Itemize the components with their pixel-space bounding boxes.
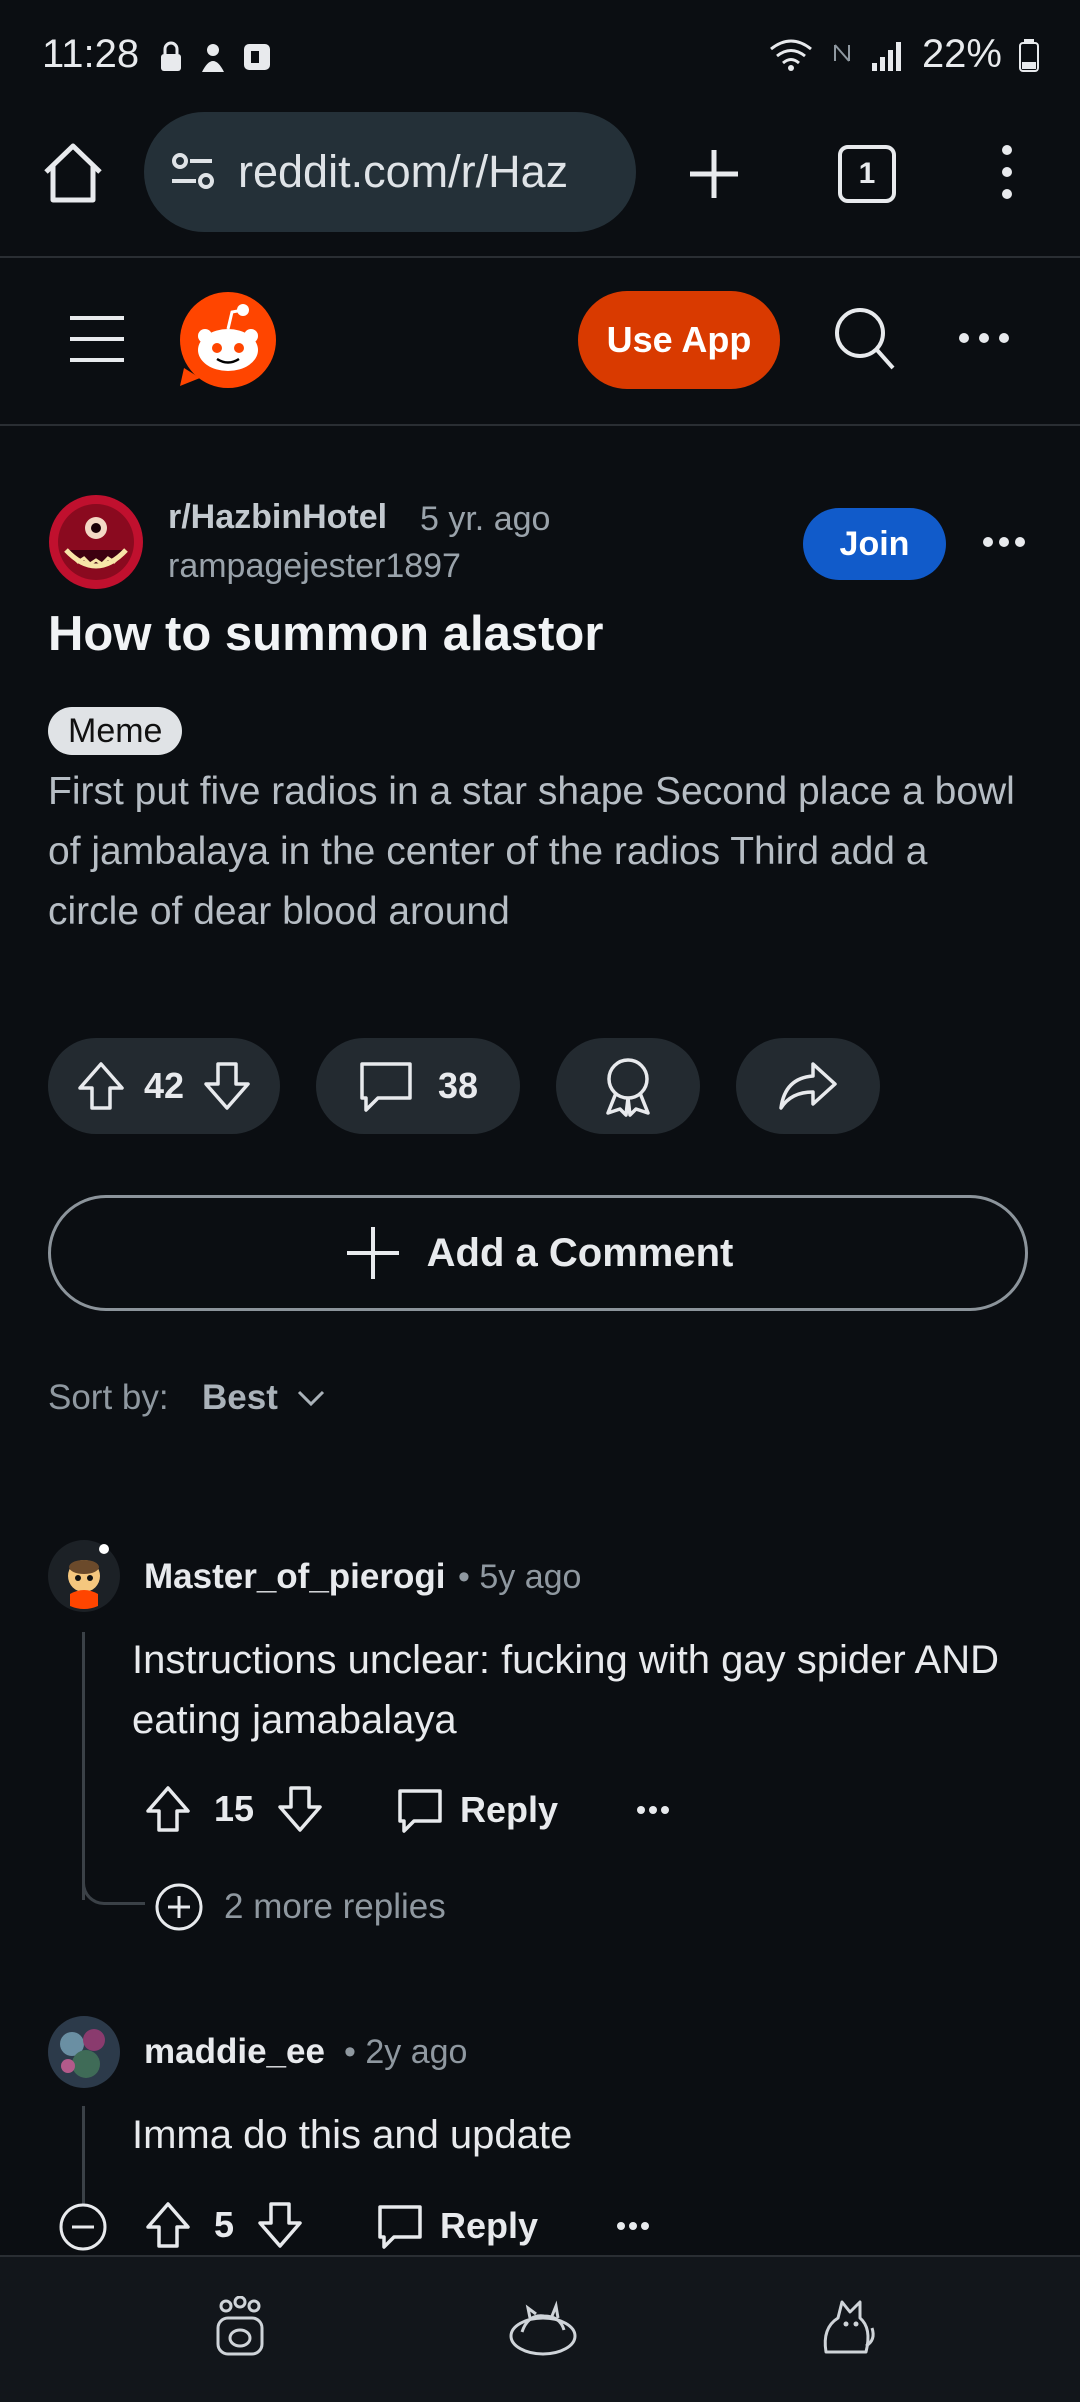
reddit-logo-icon[interactable] — [178, 290, 278, 390]
status-time: 11:28 — [42, 32, 140, 76]
upvote-icon[interactable] — [144, 1784, 192, 1834]
wifi-icon — [770, 39, 812, 71]
nfc-icon — [833, 43, 850, 62]
share-button[interactable] — [736, 1038, 880, 1134]
reddit-header — [0, 258, 1080, 426]
comments-button[interactable]: 38 — [316, 1038, 520, 1134]
comment-username[interactable]: maddie_ee — [144, 2032, 325, 2072]
downvote-icon[interactable] — [202, 1060, 252, 1112]
home-icon[interactable] — [40, 140, 106, 206]
comment-vote-count: 5 — [214, 2204, 235, 2245]
reply-button[interactable]: Reply — [376, 2202, 538, 2250]
comment-text[interactable]: Instructions unclear: fucking with gay s… — [132, 1630, 1012, 1750]
url-text[interactable]: reddit.com/r/Haz — [238, 146, 618, 198]
reply-icon — [378, 2205, 422, 2249]
reply-icon — [398, 1789, 442, 1833]
post-vote-count: 42 — [143, 1065, 185, 1106]
app-notification-icon — [202, 44, 224, 72]
search-icon[interactable] — [832, 305, 896, 371]
cat-icon[interactable] — [814, 2294, 878, 2358]
browser-menu-icon[interactable] — [994, 144, 1020, 200]
comment-text[interactable]: Imma do this and update — [132, 2105, 1012, 2165]
sort-label: Sort by: — [48, 1378, 169, 1417]
comment-more-icon[interactable] — [616, 2220, 650, 2232]
battery-percent: 22% — [921, 32, 1002, 76]
comment-vote-count: 15 — [214, 1788, 255, 1829]
expand-replies-icon — [155, 1883, 203, 1931]
comment-more-icon[interactable] — [636, 1804, 670, 1816]
post-comment-count: 38 — [437, 1065, 479, 1106]
downvote-icon[interactable] — [276, 1784, 324, 1834]
signal-icon — [871, 41, 901, 71]
add-comment-button[interactable]: Add a Comment — [48, 1195, 1028, 1311]
reply-button[interactable]: Reply — [396, 1786, 558, 1834]
status-bar: 11:28 22% — [0, 0, 1080, 110]
comment-username[interactable]: Master_of_pierogi — [144, 1557, 445, 1597]
more-replies-label: 2 more replies — [224, 1887, 446, 1926]
comment-avatar-maddie-ee[interactable] — [48, 2016, 120, 2088]
post-title[interactable]: How to summon alastor — [48, 606, 603, 662]
post-more-icon[interactable] — [982, 534, 1026, 550]
lock-icon — [161, 41, 181, 71]
post-age: 5 yr. ago — [420, 500, 551, 538]
chevron-down-icon — [297, 1390, 324, 1407]
site-settings-icon[interactable] — [168, 147, 218, 197]
thread-connector — [82, 1880, 145, 1905]
join-button[interactable]: Join — [803, 508, 946, 580]
more-options-icon[interactable] — [958, 330, 1010, 346]
hamburger-menu-icon[interactable] — [68, 314, 126, 364]
subreddit-name[interactable]: r/HazbinHotel — [168, 498, 387, 537]
reply-label: Reply — [440, 2205, 539, 2246]
comment-avatar-master-of-pierogi[interactable] — [48, 1540, 120, 1612]
comment-actions: 15 — [144, 1784, 324, 1834]
award-icon — [606, 1058, 650, 1117]
comment-actions: 5 — [144, 2200, 304, 2250]
upvote-icon[interactable] — [76, 1060, 126, 1112]
tab-switcher-button[interactable]: 1 — [838, 145, 896, 203]
subreddit-avatar[interactable] — [48, 494, 144, 590]
post-flair[interactable]: Meme — [48, 707, 183, 755]
share-icon — [779, 1062, 837, 1110]
comment-time: • 2y ago — [344, 2033, 468, 2071]
post-body[interactable]: First put five radios in a star shape Se… — [48, 762, 1028, 942]
more-replies-button[interactable]: 2 more replies — [154, 1882, 446, 1932]
plus-icon — [346, 1227, 399, 1279]
game-notification-icon — [244, 44, 270, 70]
reply-label: Reply — [460, 1789, 559, 1830]
new-tab-icon[interactable] — [686, 146, 742, 202]
cat-bed-icon[interactable] — [508, 2298, 578, 2358]
collapse-icon[interactable] — [58, 2202, 108, 2252]
post-author[interactable]: rampagejester1897 — [168, 547, 461, 586]
downvote-icon[interactable] — [256, 2200, 304, 2250]
status-right: 22% — [768, 32, 1040, 77]
award-button[interactable] — [556, 1038, 700, 1134]
url-bar[interactable]: reddit.com/r/Haz — [144, 112, 636, 232]
comment-icon — [360, 1062, 412, 1112]
upvote-icon[interactable] — [144, 2200, 192, 2250]
add-comment-label: Add a Comment — [426, 1230, 734, 1275]
comment-time: • 5y ago — [458, 1558, 582, 1596]
battery-icon — [1019, 38, 1039, 72]
status-notification-icons — [158, 40, 272, 74]
paw-icon[interactable] — [212, 2296, 268, 2358]
sort-value: Best — [202, 1378, 278, 1417]
sort-dropdown[interactable]: Best — [202, 1378, 326, 1418]
thread-line[interactable] — [82, 1632, 85, 1900]
use-app-button[interactable]: Use App — [578, 291, 780, 389]
vote-bar: 42 — [48, 1038, 280, 1134]
